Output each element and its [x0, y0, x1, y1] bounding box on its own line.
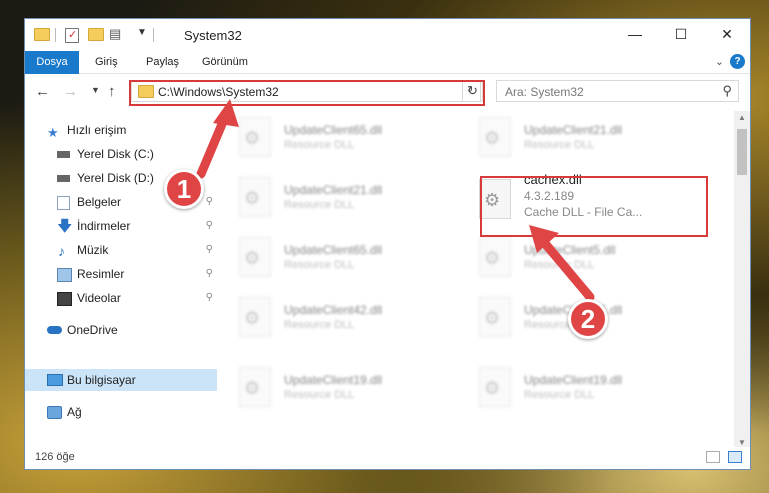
- explorer-window: ▤ ▼ System32 — ☐ ✕ Dosya Giriş Paylaş Gö…: [24, 18, 751, 470]
- step-badge-1: 1: [164, 169, 204, 209]
- arrow-2: [529, 225, 595, 302]
- step-badge-2: 2: [568, 299, 608, 339]
- annotation-arrows: [196, 99, 595, 302]
- arrow-1: [196, 99, 239, 179]
